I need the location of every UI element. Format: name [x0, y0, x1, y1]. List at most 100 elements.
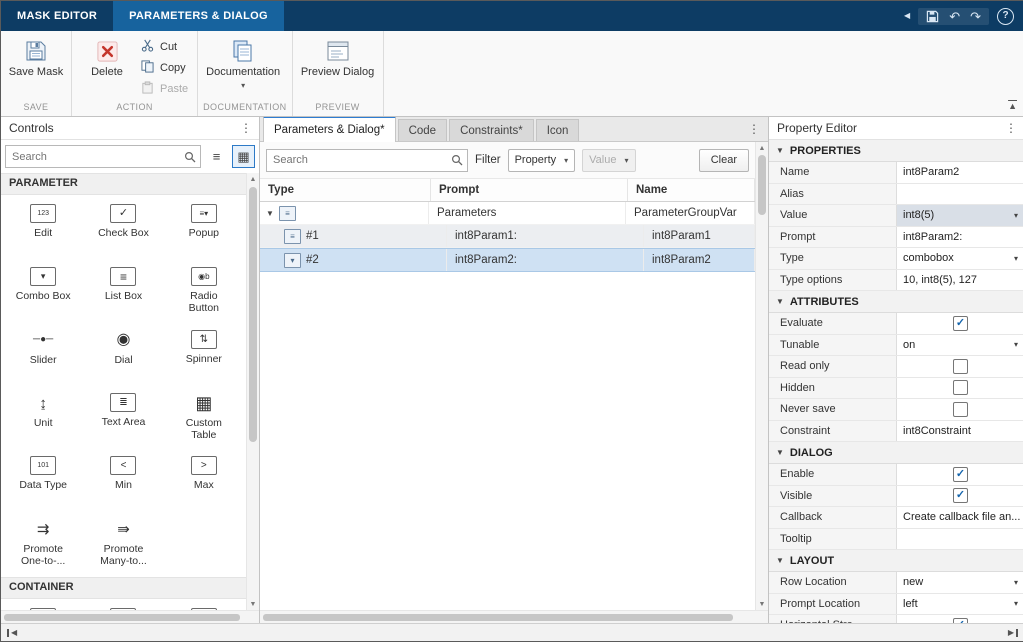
undo-icon[interactable]: ↶	[949, 10, 960, 23]
controls-vertical-scrollbar[interactable]: ▲ ▼	[246, 173, 259, 610]
control-item-unit[interactable]: ↨Unit	[3, 386, 83, 449]
documentation-button[interactable]: Documentation ▾	[203, 34, 283, 92]
property-editor-menu-icon[interactable]: ⋮	[1005, 122, 1017, 134]
property-value-tunable[interactable]: on▾	[897, 335, 1023, 356]
control-item-table-container[interactable]	[164, 601, 244, 610]
scroll-down-icon[interactable]: ▼	[250, 598, 257, 610]
control-item-promote-one-to[interactable]: ⇉Promote One-to-...	[3, 512, 83, 575]
column-header-name[interactable]: Name	[628, 179, 755, 201]
dropdown-caret-icon[interactable]: ▾	[1014, 340, 1018, 349]
tab-constraints[interactable]: Constraints*	[449, 119, 534, 141]
property-value-never-save[interactable]	[897, 399, 1023, 420]
property-value-horizontal-stre[interactable]	[897, 615, 1023, 623]
tab-code[interactable]: Code	[398, 119, 448, 141]
property-section-attributes[interactable]: ▼ATTRIBUTES	[769, 291, 1023, 313]
collapse-toolbar-icon[interactable]: ◀	[904, 12, 910, 20]
collapse-left-panel-icon[interactable]: ◀	[7, 629, 17, 637]
preview-dialog-button[interactable]: Preview Dialog	[298, 34, 378, 79]
property-value-type[interactable]: combobox▾	[897, 248, 1023, 269]
cut-button[interactable]: Cut	[137, 39, 192, 55]
filter-value-dropdown[interactable]: Value ▾	[582, 149, 635, 172]
editor-menu-icon[interactable]: ⋮	[748, 123, 760, 135]
property-value-visible[interactable]	[897, 486, 1023, 507]
property-section-properties[interactable]: ▼PROPERTIES	[769, 140, 1023, 162]
control-item-popup[interactable]: ≡▾Popup	[164, 197, 244, 260]
collapse-right-panel-icon[interactable]: ▶	[1008, 629, 1018, 637]
parameter-section-header[interactable]: PARAMETER	[1, 173, 246, 195]
control-item-edit[interactable]: 123Edit	[3, 197, 83, 260]
filter-property-dropdown[interactable]: Property ▾	[508, 149, 576, 172]
list-view-button[interactable]: ≡	[205, 145, 228, 168]
dropdown-caret-icon[interactable]: ▾	[1014, 254, 1018, 263]
property-section-layout[interactable]: ▼LAYOUT	[769, 550, 1023, 572]
property-value-type-options[interactable]: 10, int8(5), 127	[897, 270, 1023, 291]
checkbox-unchecked-icon[interactable]	[953, 402, 968, 417]
help-icon[interactable]: ?	[997, 8, 1014, 25]
delete-button[interactable]: Delete	[77, 34, 137, 79]
control-item-spinner[interactable]: ⇅Spinner	[164, 323, 244, 386]
property-value-evaluate[interactable]	[897, 313, 1023, 334]
property-value-prompt[interactable]: int8Param2:	[897, 227, 1023, 248]
property-value-read-only[interactable]	[897, 356, 1023, 377]
save-icon[interactable]	[926, 10, 939, 23]
table-vertical-scrollbar[interactable]: ▲ ▼	[755, 142, 768, 610]
tab-parameters-dialog[interactable]: Parameters & Dialog*	[263, 116, 396, 142]
table-hscrollbar-thumb[interactable]	[263, 614, 733, 621]
control-item-data-type[interactable]: 101Data Type	[3, 449, 83, 512]
controls-hscrollbar-thumb[interactable]	[4, 614, 240, 621]
property-value-row-location[interactable]: new▾	[897, 572, 1023, 593]
table-row[interactable]: ▾#2int8Param2:int8Param2	[260, 248, 755, 272]
property-value-constraint[interactable]: int8Constraint	[897, 421, 1023, 442]
table-row[interactable]: ▼≡ParametersParameterGroupVar	[260, 202, 755, 225]
table-horizontal-scrollbar[interactable]	[260, 610, 768, 623]
table-row[interactable]: ≡#1int8Param1:int8Param1	[260, 225, 755, 248]
dropdown-caret-icon[interactable]: ▾	[1014, 599, 1018, 608]
checkbox-unchecked-icon[interactable]	[953, 359, 968, 374]
checkbox-unchecked-icon[interactable]	[953, 380, 968, 395]
redo-icon[interactable]: ↷	[970, 10, 981, 23]
control-item-combo-box[interactable]: ▾Combo Box	[3, 260, 83, 323]
control-item-custom-table[interactable]: ▦Custom Table	[164, 386, 244, 449]
control-item-min[interactable]: <Min	[83, 449, 163, 512]
tab-mask-editor[interactable]: MASK EDITOR	[1, 1, 113, 31]
container-section-header[interactable]: CONTAINER	[1, 577, 246, 599]
property-value-enable[interactable]	[897, 464, 1023, 485]
control-item-promote-many-to[interactable]: ⇛Promote Many-to...	[83, 512, 163, 575]
table-scrollbar-thumb[interactable]	[758, 155, 766, 215]
controls-menu-icon[interactable]: ⋮	[240, 122, 252, 134]
control-item-dial[interactable]: ◉Dial	[83, 323, 163, 386]
control-item-max[interactable]: >Max	[164, 449, 244, 512]
controls-scrollbar-thumb[interactable]	[249, 187, 257, 442]
tab-parameters-and-dialog[interactable]: PARAMETERS & DIALOG	[113, 1, 284, 31]
checkbox-checked-icon[interactable]	[953, 316, 968, 331]
copy-button[interactable]: Copy	[137, 60, 192, 76]
scroll-down-icon[interactable]: ▼	[759, 598, 766, 610]
grid-view-button[interactable]: ▦	[232, 145, 255, 168]
control-item-group-box[interactable]	[3, 601, 83, 610]
checkbox-checked-icon[interactable]	[953, 618, 968, 623]
controls-horizontal-scrollbar[interactable]	[1, 610, 259, 623]
controls-search-input[interactable]	[10, 150, 184, 164]
property-value-hidden[interactable]	[897, 378, 1023, 399]
property-value-prompt-location[interactable]: left▾	[897, 594, 1023, 615]
clear-button[interactable]: Clear	[699, 149, 749, 172]
checkbox-checked-icon[interactable]	[953, 488, 968, 503]
control-item-list-box[interactable]: ≡List Box	[83, 260, 163, 323]
save-mask-button[interactable]: Save Mask	[6, 34, 66, 79]
property-value-name[interactable]: int8Param2	[897, 162, 1023, 183]
control-item-check-box[interactable]: ✓Check Box	[83, 197, 163, 260]
column-header-prompt[interactable]: Prompt	[431, 179, 628, 201]
control-item-text-area[interactable]: ≣Text Area	[83, 386, 163, 449]
property-value-tooltip[interactable]	[897, 529, 1023, 550]
paste-button[interactable]: Paste	[137, 81, 192, 97]
control-item-radio-button[interactable]: ◉bRadio Button	[164, 260, 244, 323]
tab-icon[interactable]: Icon	[536, 119, 580, 141]
control-item-slider[interactable]: ─●─Slider	[3, 323, 83, 386]
property-value-callback[interactable]: Create callback file an...	[897, 507, 1023, 528]
column-header-type[interactable]: Type	[260, 179, 431, 201]
property-value-alias[interactable]	[897, 184, 1023, 205]
table-search-input[interactable]	[271, 153, 451, 167]
property-value-value[interactable]: int8(5)▾	[897, 205, 1023, 226]
dropdown-caret-icon[interactable]: ▾	[1014, 211, 1018, 220]
scroll-up-icon[interactable]: ▲	[250, 173, 257, 185]
